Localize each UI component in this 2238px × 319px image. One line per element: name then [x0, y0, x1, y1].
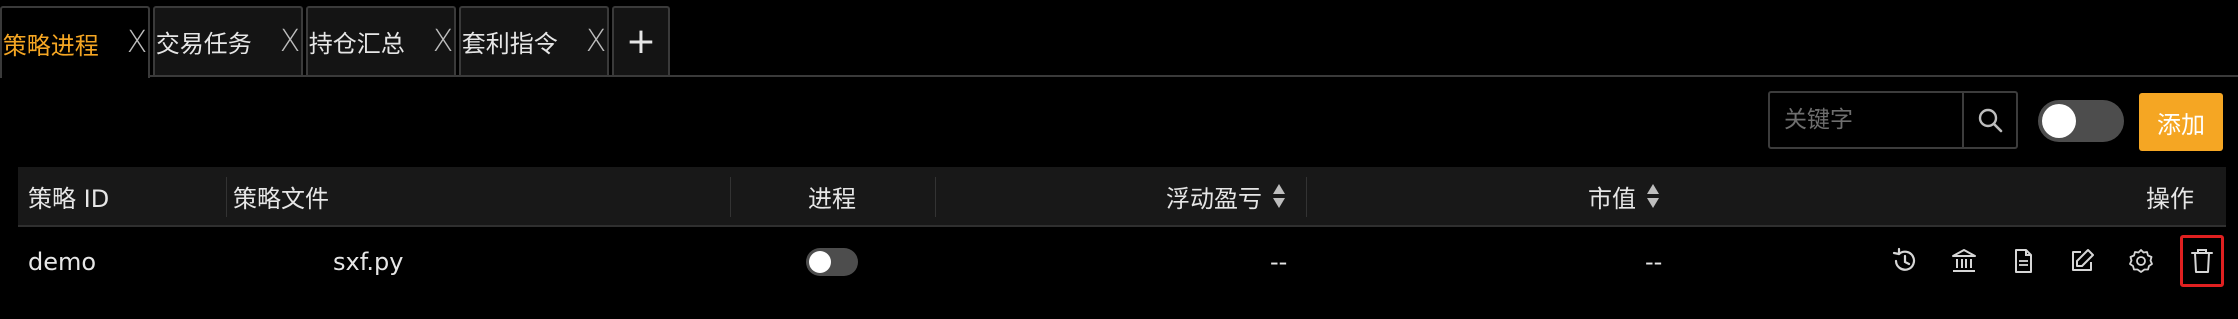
bank-icon — [1952, 249, 1976, 272]
sort-icon[interactable] — [1272, 182, 1286, 210]
trash-icon — [2191, 249, 2213, 273]
add-tab-button[interactable]: + — [612, 6, 670, 75]
cell-floating-pnl: -- — [1270, 248, 1288, 276]
tab-label: 套利指令 — [461, 30, 558, 58]
tab-strategy-process[interactable]: 策略进程 X — [0, 6, 150, 78]
settings-button[interactable] — [2121, 241, 2161, 281]
add-button[interactable]: 添加 — [2139, 93, 2223, 151]
tab-label: 持仓汇总 — [308, 30, 405, 58]
cell-market-value: -- — [1645, 248, 1663, 276]
tab-bar: 策略进程 X 交易任务 X 持仓汇总 X 套利指令 X + — [0, 0, 2238, 78]
tab-label: 交易任务 — [155, 30, 252, 58]
edit-icon — [2072, 249, 2094, 271]
column-divider — [935, 177, 936, 217]
tab-arbitrage-orders[interactable]: 套利指令 X — [459, 6, 609, 75]
plus-icon: + — [625, 21, 657, 62]
header-market-value: 市值 — [1588, 184, 1636, 213]
header-process: 进程 — [808, 184, 856, 213]
process-toggle[interactable] — [806, 248, 858, 276]
header-floating-pnl-sortable[interactable]: 浮动盈亏 — [1166, 167, 1286, 225]
delete-button[interactable] — [2180, 235, 2224, 287]
close-icon[interactable]: X — [586, 26, 607, 57]
history-icon — [1892, 247, 1916, 271]
search-box — [1768, 91, 2018, 149]
close-icon[interactable]: X — [127, 28, 148, 58]
column-divider — [730, 177, 731, 217]
table-header: 策略 ID 策略文件 进程 浮动盈亏 市值 操作 — [18, 167, 2226, 227]
toggle-knob — [809, 251, 831, 273]
tab-label: 策略进程 — [2, 31, 99, 60]
cell-strategy-id: demo — [28, 248, 97, 276]
strategy-panel: 添加 策略 ID 策略文件 进程 浮动盈亏 市值 操作 demo sxf.py — [0, 75, 2238, 319]
gear-icon — [2129, 249, 2153, 273]
column-divider — [1306, 177, 1307, 217]
column-divider — [226, 177, 227, 217]
header-strategy-file: 策略文件 — [233, 184, 329, 213]
table-row: demo sxf.py -- -- — [18, 227, 2226, 297]
bank-button[interactable] — [1944, 241, 1984, 281]
tab-position-summary[interactable]: 持仓汇总 X — [306, 6, 456, 75]
tab-trading-tasks[interactable]: 交易任务 X — [153, 6, 303, 75]
filter-toggle[interactable] — [2038, 100, 2124, 142]
header-actions: 操作 — [2146, 184, 2194, 213]
cell-process — [806, 227, 858, 297]
close-icon[interactable]: X — [280, 26, 301, 57]
close-icon[interactable]: X — [433, 26, 454, 57]
cell-strategy-file: sxf.py — [333, 248, 404, 276]
search-input[interactable] — [1770, 93, 1962, 147]
toggle-knob — [2042, 104, 2076, 138]
search-icon — [1978, 108, 2003, 133]
edit-button[interactable] — [2062, 241, 2102, 281]
header-strategy-id: 策略 ID — [28, 184, 110, 213]
sort-icon[interactable] — [1646, 182, 1660, 210]
header-floating-pnl: 浮动盈亏 — [1166, 184, 1262, 213]
file-button[interactable] — [2003, 241, 2043, 281]
file-icon — [2015, 249, 2032, 273]
header-market-value-sortable[interactable]: 市值 — [1588, 167, 1660, 225]
history-button[interactable] — [1885, 241, 1925, 281]
search-button[interactable] — [1962, 93, 2016, 147]
